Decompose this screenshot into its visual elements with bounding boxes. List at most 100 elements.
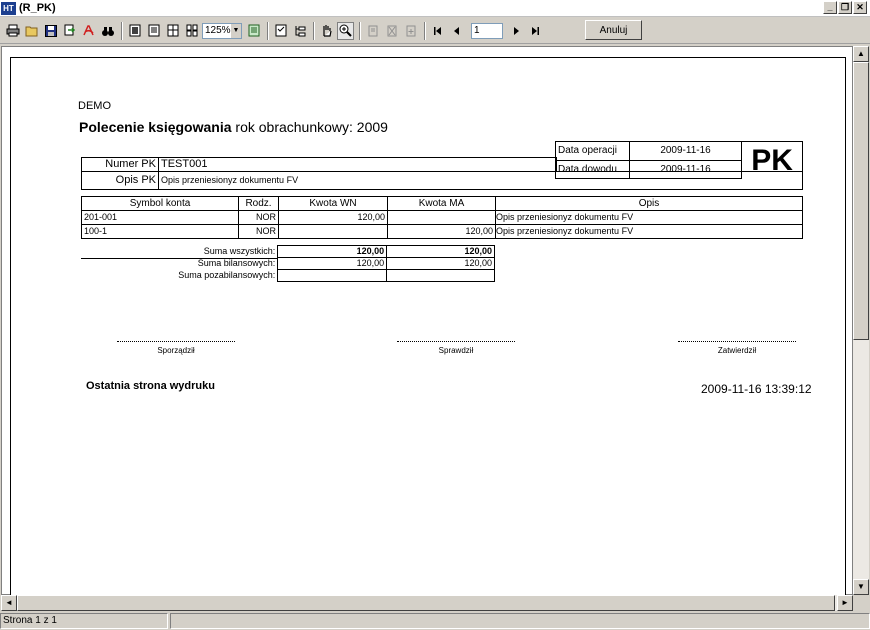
- signature-line: [397, 341, 515, 342]
- sums-table: Suma wszystkich: 120,00 120,00 Suma bila…: [81, 245, 495, 282]
- print-timestamp: 2009-11-16 13:39:12: [701, 382, 812, 396]
- sum-debit: 120,00: [277, 257, 388, 270]
- toolbar: 125% ▼ 1 Anuluj: [0, 18, 870, 44]
- sum-credit: [386, 269, 495, 282]
- scroll-down-icon[interactable]: ▼: [853, 579, 869, 595]
- status-bar: Strona 1 z 1: [0, 612, 870, 630]
- vertical-scroll-thumb[interactable]: [853, 62, 869, 340]
- two-page-view-icon[interactable]: [164, 22, 181, 40]
- account-cell: 100-1: [81, 224, 239, 239]
- spacer-cell: [557, 158, 803, 172]
- tree-view-icon[interactable]: [291, 22, 308, 40]
- report-page: DEMO Polecenie księgowania rok obrachunk…: [10, 57, 846, 597]
- sum-label: Suma bilansowych:: [197, 258, 276, 268]
- company-name: DEMO: [78, 100, 111, 112]
- column-header: Rodz.: [238, 196, 279, 211]
- description-label: Opis PK: [81, 171, 159, 190]
- account-cell: 201-001: [81, 210, 239, 225]
- open-folder-icon[interactable]: [23, 22, 40, 40]
- page-status: Strona 1 z 1: [0, 613, 168, 629]
- app-icon: HT: [1, 1, 16, 15]
- zoom-tool-icon[interactable]: [337, 21, 354, 40]
- document-info-table: Numer PK TEST001 Opis PK Opis przeniesio…: [81, 157, 803, 190]
- credit-cell: [387, 210, 496, 225]
- toolbar-separator: [267, 21, 269, 40]
- scroll-up-icon[interactable]: ▲: [853, 46, 869, 62]
- type-cell: NOR: [238, 224, 279, 239]
- zoom-value: 125%: [205, 25, 231, 36]
- minimize-button[interactable]: _: [823, 1, 837, 14]
- entries-table: Symbol konta Rodz. Kwota WN Kwota MA Opi…: [81, 196, 803, 239]
- toolbar-separator: [121, 21, 123, 40]
- last-page-note: Ostatnia strona wydruku: [86, 380, 215, 392]
- table-row: 100-1 NOR 120,00 Opis przeniesionyz doku…: [81, 224, 803, 239]
- type-cell: NOR: [238, 210, 279, 225]
- column-header: Kwota WN: [278, 196, 388, 211]
- column-header: Kwota MA: [387, 196, 496, 211]
- next-page-icon[interactable]: [507, 22, 524, 40]
- page-width-view-icon[interactable]: [145, 22, 162, 40]
- pdf-icon[interactable]: [80, 22, 97, 40]
- window-title: (R_PK): [19, 2, 56, 14]
- outline-icon[interactable]: [272, 22, 289, 40]
- credit-cell: 120,00: [387, 224, 496, 239]
- one-page-view-icon[interactable]: [126, 22, 143, 40]
- page-number-input[interactable]: 1: [471, 22, 503, 39]
- number-value: TEST001: [158, 157, 557, 172]
- scroll-right-icon[interactable]: ►: [837, 595, 853, 611]
- entry-description-cell: Opis przeniesionyz dokumentu FV: [495, 224, 803, 239]
- zoom-select[interactable]: 125% ▼: [202, 22, 242, 39]
- sum-label: Suma pozabilansowych:: [178, 270, 276, 280]
- toolbar-separator: [424, 21, 426, 40]
- horizontal-scrollbar[interactable]: ◄ ►: [1, 595, 853, 611]
- column-header: Symbol konta: [81, 196, 239, 211]
- multi-page-view-icon[interactable]: [183, 22, 200, 40]
- sum-debit: [277, 269, 388, 282]
- horizontal-scroll-thumb[interactable]: [17, 595, 835, 611]
- window-controls: _ ❐ ✕: [823, 1, 867, 14]
- report-title: Polecenie księgowania rok obrachunkowy: …: [79, 119, 388, 135]
- signature-line: [117, 341, 235, 342]
- chevron-down-icon[interactable]: ▼: [231, 23, 241, 38]
- signature-checked-label: Sprawdził: [438, 346, 474, 355]
- toolbar-separator: [359, 21, 361, 40]
- save-icon[interactable]: [42, 22, 59, 40]
- number-label: Numer PK: [81, 157, 159, 172]
- restore-button[interactable]: ❐: [838, 1, 852, 14]
- sum-credit: 120,00: [386, 245, 495, 258]
- debit-cell: [278, 224, 388, 239]
- print-icon[interactable]: [4, 22, 21, 40]
- toolbar-separator: [313, 21, 315, 40]
- last-page-icon[interactable]: [526, 22, 543, 40]
- cancel-button[interactable]: Anuluj: [585, 20, 642, 40]
- report-title-year: rok obrachunkowy: 2009: [231, 119, 388, 135]
- delete-page-icon[interactable]: [383, 22, 400, 40]
- report-viewer[interactable]: DEMO Polecenie księgowania rok obrachunk…: [1, 46, 853, 597]
- description-value: Opis przeniesionyz dokumentu FV: [158, 171, 803, 190]
- page-setup-icon[interactable]: [245, 22, 262, 40]
- sum-label: Suma wszystkich:: [203, 246, 276, 256]
- export-icon[interactable]: [61, 22, 78, 40]
- find-binoculars-icon[interactable]: [99, 22, 116, 40]
- vertical-scrollbar[interactable]: ▲ ▼: [853, 46, 869, 595]
- report-title-main: Polecenie księgowania: [79, 119, 232, 135]
- first-page-icon[interactable]: [429, 22, 446, 40]
- sum-debit: 120,00: [277, 245, 388, 258]
- scroll-left-icon[interactable]: ◄: [1, 595, 17, 611]
- signature-prepared-label: Sporządził: [157, 346, 195, 355]
- sum-credit: 120,00: [386, 257, 495, 270]
- add-page-icon[interactable]: [402, 22, 419, 40]
- previous-page-icon[interactable]: [448, 22, 465, 40]
- table-row: 201-001 NOR 120,00 Opis przeniesionyz do…: [81, 210, 803, 225]
- status-panel: [170, 613, 870, 629]
- debit-cell: 120,00: [278, 210, 388, 225]
- column-header: Opis: [495, 196, 803, 211]
- entry-description-cell: Opis przeniesionyz dokumentu FV: [495, 210, 803, 225]
- signature-approved-label: Zatwierdził: [717, 346, 757, 355]
- scrollbar-corner: [853, 595, 869, 611]
- title-bar: HT (R_PK) _ ❐ ✕: [0, 0, 870, 17]
- edit-page-icon[interactable]: [364, 22, 381, 40]
- signature-line: [678, 341, 796, 342]
- close-button[interactable]: ✕: [853, 1, 867, 14]
- hand-tool-icon[interactable]: [318, 22, 335, 40]
